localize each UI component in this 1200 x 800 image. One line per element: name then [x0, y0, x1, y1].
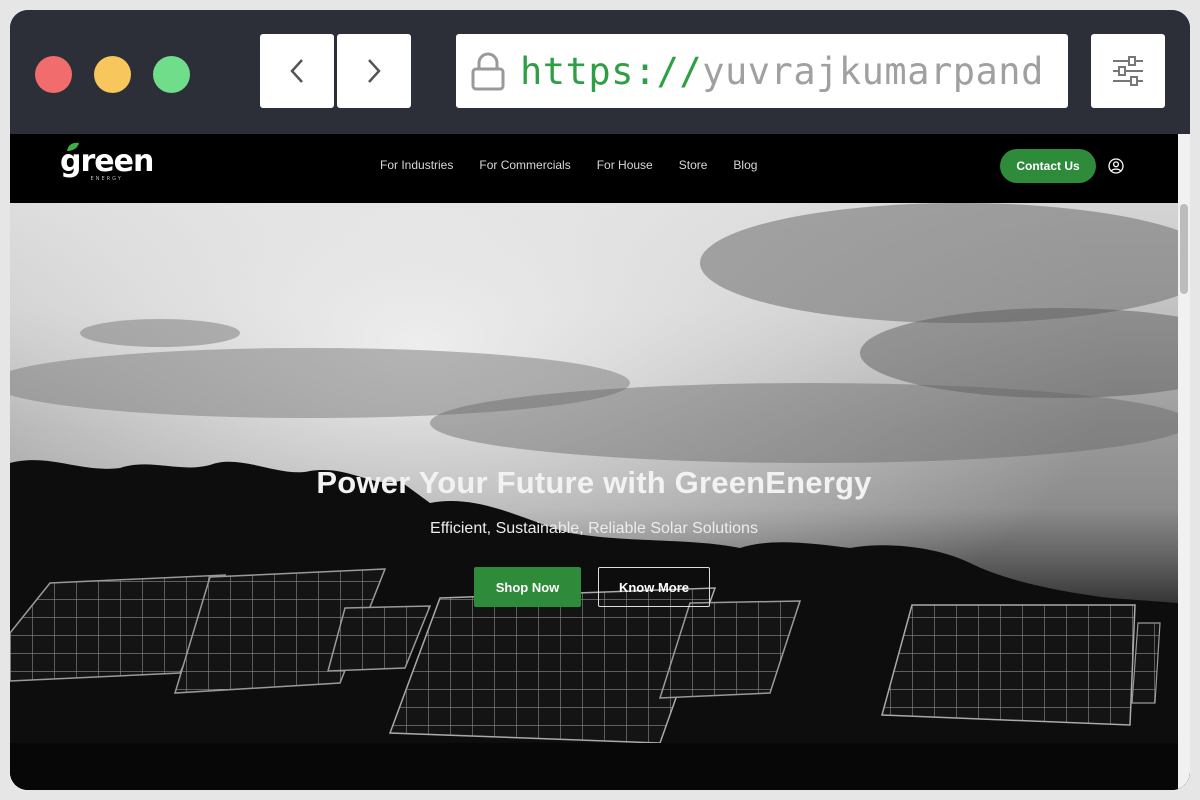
know-more-button[interactable]: Know More [598, 567, 710, 607]
nav-for-commercials[interactable]: For Commercials [479, 158, 570, 172]
nav-store[interactable]: Store [679, 158, 708, 172]
hero-subtitle: Efficient, Sustainable, Reliable Solar S… [430, 520, 758, 537]
nav-for-house[interactable]: For House [597, 158, 653, 172]
chevron-left-icon [290, 59, 303, 83]
url-text: https://yuvrajkumarpand [520, 50, 1044, 93]
url-host: yuvrajkumarpand [702, 49, 1044, 93]
nav-for-industries[interactable]: For Industries [380, 158, 453, 172]
address-bar[interactable]: https://yuvrajkumarpand [456, 34, 1068, 108]
url-scheme: https:// [520, 49, 703, 93]
lock-icon [471, 52, 505, 91]
page-scrollbar[interactable] [1178, 134, 1190, 790]
main-menu: For Industries For Commercials For House… [380, 158, 757, 172]
leaf-icon [67, 142, 79, 151]
user-circle-icon[interactable] [1108, 158, 1124, 174]
site-logo[interactable]: green ENERGY [60, 142, 154, 182]
hero-section: Power Your Future with GreenEnergy Effic… [10, 203, 1178, 790]
hero-title: Power Your Future with GreenEnergy [316, 465, 872, 500]
shop-now-button[interactable]: Shop Now [474, 567, 581, 607]
forward-button[interactable] [337, 34, 411, 108]
nav-blog[interactable]: Blog [733, 158, 757, 172]
page-viewport: green ENERGY For Industries For Commerci… [10, 134, 1190, 790]
minimize-window-button[interactable] [94, 56, 131, 93]
maximize-window-button[interactable] [153, 56, 190, 93]
browser-toolbar: https://yuvrajkumarpand [10, 10, 1190, 134]
browser-window: https://yuvrajkumarpand green ENERGY For… [10, 10, 1190, 790]
settings-button[interactable] [1091, 34, 1165, 108]
sliders-icon [1113, 56, 1143, 86]
close-window-button[interactable] [35, 56, 72, 93]
contact-us-button[interactable]: Contact Us [1000, 149, 1096, 183]
chevron-right-icon [368, 59, 381, 83]
scrollbar-thumb[interactable] [1180, 204, 1188, 294]
site-header: green ENERGY For Industries For Commerci… [10, 134, 1178, 203]
back-button[interactable] [260, 34, 334, 108]
